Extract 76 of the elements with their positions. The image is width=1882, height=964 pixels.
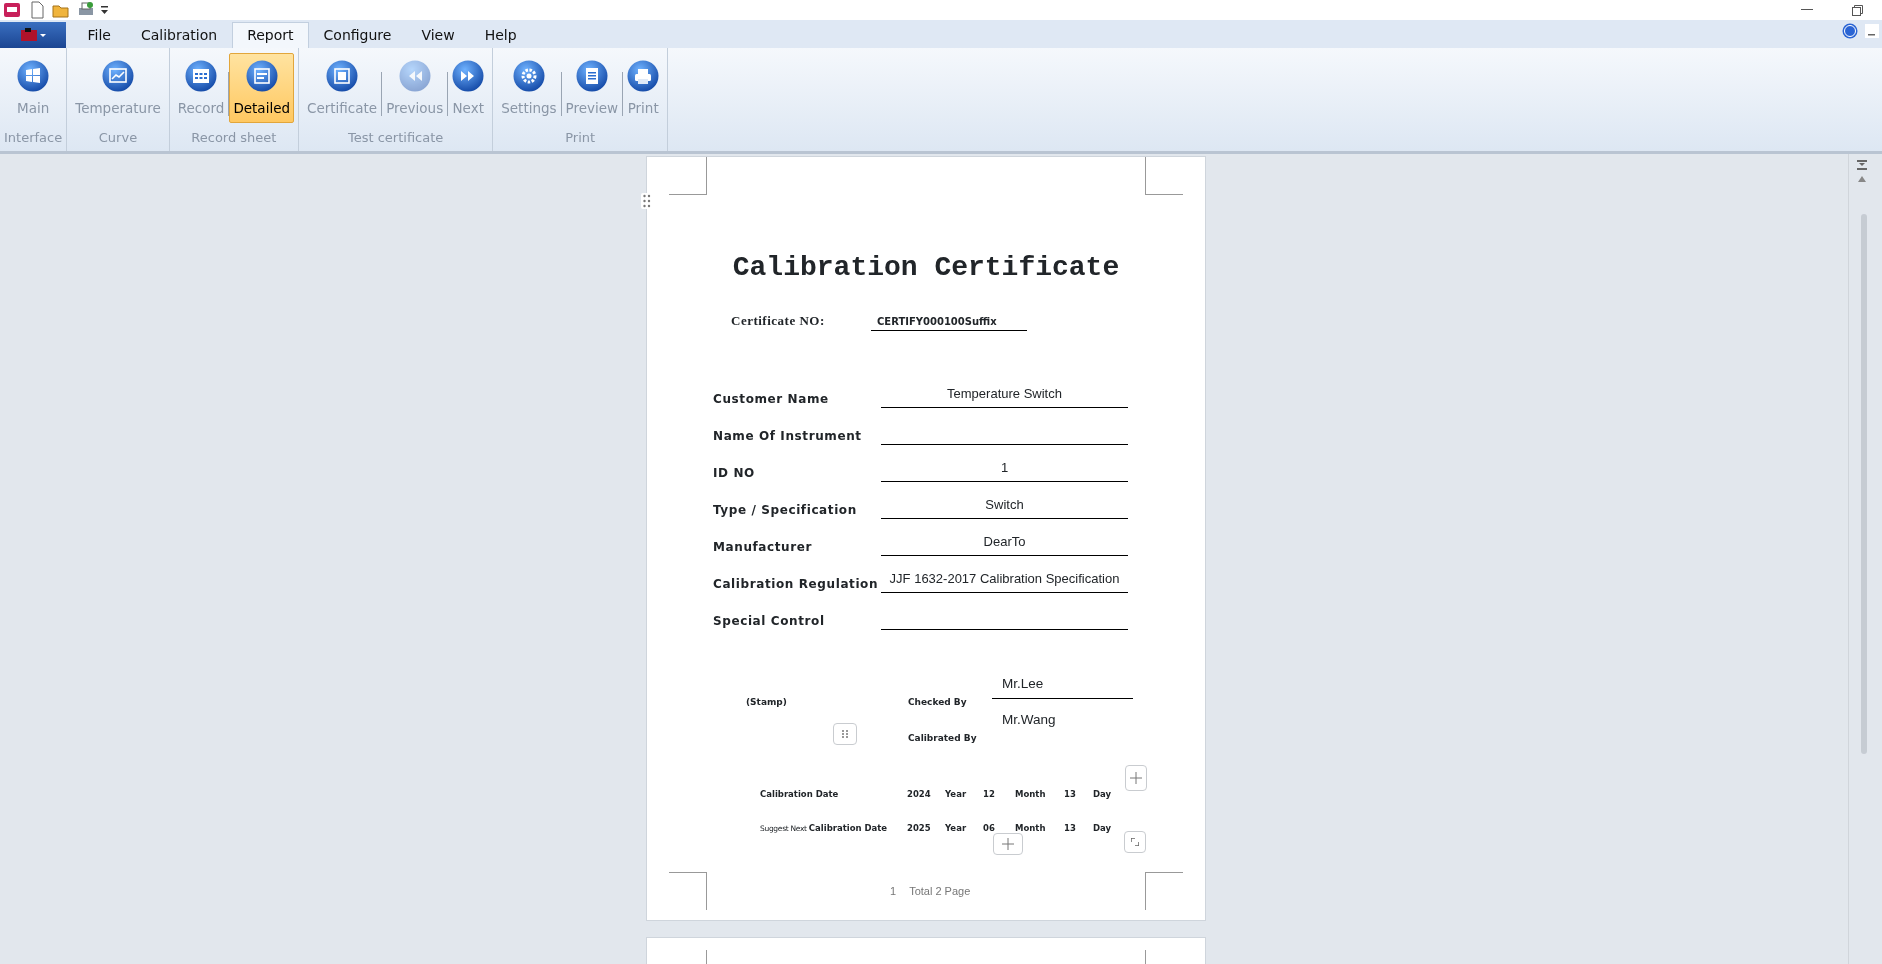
group-label: Print xyxy=(565,129,596,148)
menu-tab[interactable]: File xyxy=(72,22,126,48)
date-value: 06 xyxy=(983,822,996,835)
table-handle-icon[interactable] xyxy=(833,722,857,745)
date-unit: Month xyxy=(1015,822,1047,835)
minimize-icon[interactable] xyxy=(1800,9,1813,11)
page-number: 1 xyxy=(890,884,897,899)
field-value: Switch xyxy=(881,496,1128,519)
scroll-up-icon[interactable] xyxy=(1858,176,1866,182)
group-label: Record sheet xyxy=(191,129,277,148)
ribbon-button[interactable]: Main xyxy=(13,53,54,123)
date-unit: Month xyxy=(1015,787,1047,801)
date-label: Calibration Date xyxy=(760,787,840,801)
drag-handle-icon[interactable] xyxy=(641,193,653,209)
field-value: JJF 1632-2017 Calibration Specification xyxy=(881,570,1128,593)
corner-mark xyxy=(1145,157,1183,195)
menu-tab[interactable]: Report xyxy=(232,22,309,48)
date-value: 2025 xyxy=(907,822,932,835)
ribbon-button[interactable]: Settings xyxy=(497,53,561,123)
date-unit: Year xyxy=(945,822,968,835)
field-label: Calibration Regulation xyxy=(713,575,880,593)
ribbon-button[interactable]: Certificate xyxy=(303,53,382,123)
group-label: Interface xyxy=(4,129,63,148)
ribbon-button[interactable]: Print xyxy=(623,53,664,123)
add-row-button[interactable] xyxy=(993,833,1023,855)
certificate-number-label: Certificate NO: xyxy=(731,312,826,330)
application-menu-button[interactable] xyxy=(0,22,66,48)
checked-by-label: Checked By xyxy=(908,695,967,709)
menu-tab[interactable]: Calibration xyxy=(125,22,233,48)
field-label: ID NO xyxy=(713,464,756,482)
calibrated-by-label: Calibrated By xyxy=(908,731,977,745)
field-label: Type / Specification xyxy=(713,501,858,519)
stamp-label: (Stamp) xyxy=(746,695,787,709)
field-value: Temperature Switch xyxy=(881,385,1128,408)
signature-text: Mr.Wang xyxy=(1002,710,1056,729)
corner-mark xyxy=(1145,872,1183,910)
date-value: 13 xyxy=(1064,787,1077,801)
ribbon-button[interactable]: Temperature xyxy=(71,53,165,123)
ribbon-button[interactable]: Next xyxy=(448,53,489,123)
ribbon-button[interactable]: Detailed xyxy=(229,53,295,123)
menu-tab[interactable]: Configure xyxy=(308,22,407,48)
date-value: 12 xyxy=(983,787,996,801)
group-label: Curve xyxy=(98,129,138,148)
page-total: Total 2 Page xyxy=(909,884,971,899)
certificate-number-field: CERTIFY000100Suffix xyxy=(871,313,1027,331)
resize-handle-icon[interactable] xyxy=(1124,831,1146,853)
field-label: Name Of Instrument xyxy=(713,427,863,445)
ribbon-button[interactable]: Record xyxy=(173,53,229,123)
menu-tab[interactable]: Help xyxy=(469,22,532,48)
field-label: Manufacturer xyxy=(713,538,813,556)
group-label: Test certificate xyxy=(347,129,444,148)
corner-mark xyxy=(669,872,707,910)
scroll-thumb[interactable] xyxy=(1861,214,1867,754)
signature-field: Mr.Lee xyxy=(992,673,1133,699)
field-value: 1 xyxy=(881,459,1128,482)
help-icon[interactable] xyxy=(1842,23,1859,40)
field-value: DearTo xyxy=(881,533,1128,556)
date-unit: Year xyxy=(945,787,968,801)
restore-icon[interactable] xyxy=(1851,4,1863,16)
date-value: 2024 xyxy=(907,787,932,801)
app-logo-icon xyxy=(18,27,48,43)
corner-mark xyxy=(669,157,707,195)
plus-icon xyxy=(1130,772,1142,784)
collapse-ribbon-icon[interactable] xyxy=(1864,24,1879,39)
split-icon[interactable] xyxy=(1857,160,1867,170)
plus-icon xyxy=(1002,838,1014,850)
certificate-title: Calibration Certificate xyxy=(731,251,1121,285)
ribbon-button[interactable]: Preview xyxy=(561,53,623,123)
date-value: 13 xyxy=(1064,822,1077,835)
field-label: Customer Name xyxy=(713,390,830,408)
dropdown-caret-icon[interactable] xyxy=(101,5,109,15)
field-label: Special Control xyxy=(713,612,826,630)
date-unit: Day xyxy=(1093,787,1113,801)
add-column-button[interactable] xyxy=(1125,765,1147,791)
date-unit: Day xyxy=(1093,822,1113,835)
menu-tab[interactable]: View xyxy=(406,22,470,48)
